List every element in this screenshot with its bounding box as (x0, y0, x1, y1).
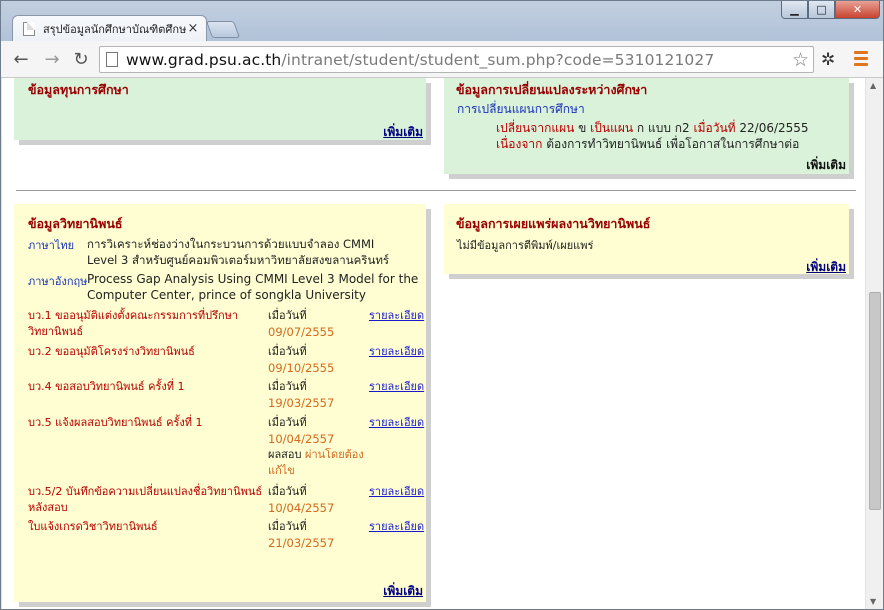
thesis-row-date-label: เมื่อวันที่ (268, 520, 307, 533)
thesis-row-detail-link[interactable]: รายละเอียด (369, 519, 424, 535)
thesis-row-label: บว.5 แจ้งผลสอบวิทยานิพนธ์ ครั้งที่ 1 (28, 416, 203, 429)
thesis-row-detail-link[interactable]: รายละเอียด (369, 308, 424, 324)
section-divider (16, 190, 856, 191)
plan-change-title: ข้อมูลการเปลี่ยนแปลงระหว่างศึกษา (456, 82, 648, 97)
publication-more-link[interactable]: เพิ่มเติม (806, 258, 846, 277)
url-text: www.grad.psu.ac.th/intranet/student/stud… (126, 50, 715, 69)
thesis-thai-title: การวิเคราะห์ช่องว่างในกระบวนการด้วยแบบจำ… (87, 237, 390, 267)
thesis-panel: ข้อมูลวิทยานิพนธ์ ภาษาไทย การวิเคราะห์ช่… (14, 204, 426, 602)
maximize-button[interactable]: □ (808, 1, 835, 19)
thesis-row-label: บว.4 ขอสอบวิทยานิพนธ์ ครั้งที่ 1 (28, 380, 185, 393)
scroll-up-icon[interactable]: ▲ (870, 81, 876, 90)
page-favicon-icon (23, 21, 35, 36)
forward-arrow-icon[interactable]: → (41, 48, 63, 70)
page-content: ข้อมูลทุนการศึกษา เพิ่มเติม ข้อมูลการเปล… (2, 78, 865, 609)
tab-close-icon[interactable]: × (186, 21, 200, 36)
vertical-scrollbar[interactable]: ▲ ▼ (865, 78, 883, 609)
thesis-row-date: 19/03/2557 (268, 396, 335, 410)
address-bar[interactable]: www.grad.psu.ac.th/intranet/student/stud… (99, 46, 814, 73)
thesis-row-label: บว.1 ขออนุมัติแต่งตั้งคณะกรรมการที่ปรึกษ… (28, 309, 239, 338)
extension-icon[interactable]: ✲ (821, 50, 835, 70)
thesis-english-title: Process Gap Analysis Using CMMI Level 3 … (87, 272, 419, 302)
window-controls: ▁ □ ✕ (781, 1, 880, 19)
scholarship-panel: ข้อมูลทุนการศึกษา เพิ่มเติม (14, 78, 426, 140)
thesis-row-detail-link[interactable]: รายละเอียด (369, 379, 424, 395)
thesis-row-label: ใบแจ้งเกรดวิชาวิทยานิพนธ์ (28, 520, 158, 533)
publication-panel: ข้อมูลการเผยแพร่ผลงานวิทยานิพนธ์ ไม่มีข้… (444, 204, 849, 274)
thesis-row-date-label: เมื่อวันที่ (268, 309, 307, 322)
publication-title: ข้อมูลการเผยแพร่ผลงานวิทยานิพนธ์ (456, 216, 651, 231)
thesis-row-date: 10/04/2557 (268, 432, 335, 446)
thesis-row-date-label: เมื่อวันที่ (268, 485, 307, 498)
plan-change-panel: ข้อมูลการเปลี่ยนแปลงระหว่างศึกษา การเปลี… (444, 78, 849, 174)
thesis-english-label: ภาษาอังกฤษ (28, 275, 88, 288)
thesis-row-result: ผลสอบ ผ่านโดยต้องแก้ไข (268, 448, 364, 477)
thesis-row-detail-link[interactable]: รายละเอียด (369, 344, 424, 360)
thesis-row-detail-link[interactable]: รายละเอียด (369, 415, 424, 431)
bookmark-star-icon[interactable]: ☆ (792, 49, 809, 71)
reload-icon[interactable]: ↻ (70, 48, 92, 70)
title-bar: สรุปข้อมูลนักศึกษาบัณฑิตศึกษ × ▁ □ ✕ (1, 1, 883, 41)
browser-tab[interactable]: สรุปข้อมูลนักศึกษาบัณฑิตศึกษ × (12, 15, 207, 41)
tab-title: สรุปข้อมูลนักศึกษาบัณฑิตศึกษ (43, 22, 186, 36)
thesis-row-date: 09/10/2555 (268, 361, 335, 375)
thesis-row-date: 09/07/2555 (268, 325, 335, 339)
browser-toolbar: ← → ↻ www.grad.psu.ac.th/intranet/studen… (1, 41, 883, 78)
plan-change-more[interactable]: เพิ่มเติม (806, 156, 846, 175)
back-arrow-icon[interactable]: ← (10, 48, 32, 70)
thesis-row-date: 10/04/2557 (268, 501, 335, 515)
thesis-row-date-label: เมื่อวันที่ (268, 345, 307, 358)
thesis-thai-label: ภาษาไทย (28, 239, 75, 252)
thesis-row-date-label: เมื่อวันที่ (268, 380, 307, 393)
scroll-thumb[interactable] (869, 292, 881, 510)
thesis-row-detail-link[interactable]: รายละเอียด (369, 484, 424, 500)
thesis-row-label: บว.5/2 บันทึกข้อความเปลี่ยนแปลงชื่อวิทยา… (28, 485, 263, 514)
scholarship-title: ข้อมูลทุนการศึกษา (28, 82, 129, 97)
page-icon (106, 52, 118, 67)
scholarship-more-link[interactable]: เพิ่มเติม (383, 123, 423, 142)
menu-icon[interactable] (854, 51, 868, 69)
close-window-button[interactable]: ✕ (835, 1, 880, 19)
thesis-row-label: บว.2 ขออนุมัติโครงร่างวิทยานิพนธ์ (28, 345, 195, 358)
publication-empty-text: ไม่มีข้อมูลการตีพิมพ์/เผยแพร่ (457, 239, 594, 252)
scroll-down-icon[interactable]: ▼ (870, 597, 876, 606)
thesis-row-date-label: เมื่อวันที่ (268, 416, 307, 429)
thesis-title: ข้อมูลวิทยานิพนธ์ (28, 216, 123, 231)
plan-change-reason: เนื่องจาก ต้องการทำวิทยานิพนธ์ เพื่อโอกา… (496, 137, 800, 151)
plan-change-heading: การเปลี่ยนแผนการศึกษา (457, 102, 585, 116)
new-tab-button[interactable] (205, 21, 241, 38)
thesis-more-link[interactable]: เพิ่มเติม (383, 582, 423, 601)
thesis-row-date: 21/03/2557 (268, 536, 335, 550)
browser-window: สรุปข้อมูลนักศึกษาบัณฑิตศึกษ × ▁ □ ✕ ← →… (0, 0, 884, 610)
minimize-button[interactable]: ▁ (781, 1, 808, 19)
